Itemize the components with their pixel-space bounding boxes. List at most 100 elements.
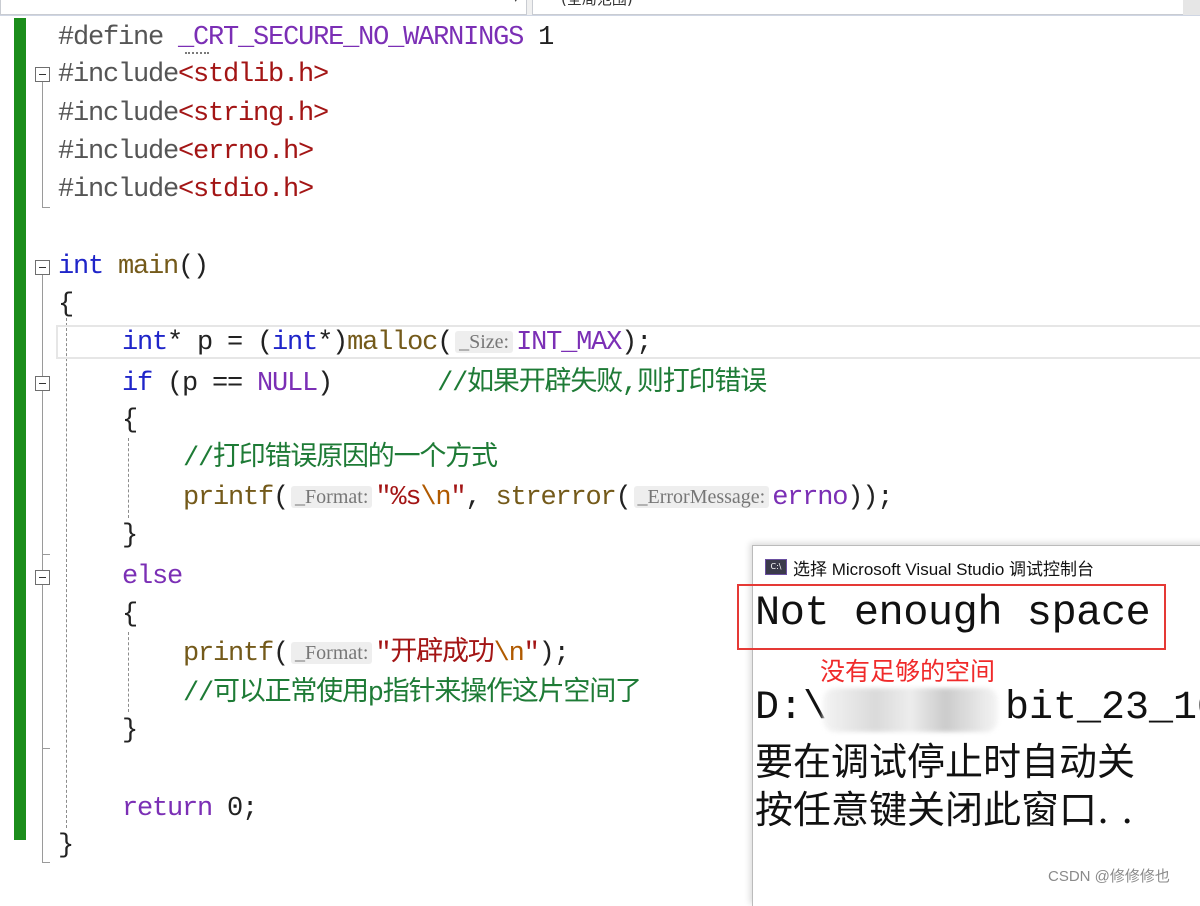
outline-guide: [42, 275, 43, 862]
function-name: malloc: [347, 328, 438, 358]
code-line-12[interactable]: //打印错误原因的一个方式: [183, 441, 498, 477]
collapse-main-icon[interactable]: [35, 260, 50, 275]
include-header: <errno.h>: [178, 137, 314, 167]
code-line-15[interactable]: else: [122, 559, 183, 595]
scope-dropdown[interactable]: (全局范围): [532, 0, 1184, 15]
brace: {: [122, 600, 138, 630]
outline-guide-end: [42, 207, 50, 208]
code-line-9[interactable]: int* p = (int*)malloc(_Size: INT_MAX);: [122, 325, 652, 361]
console-output-line-3: 要在调试停止时自动关: [755, 740, 1136, 784]
keyword: return: [122, 794, 213, 824]
code-text: );: [621, 328, 652, 358]
indent-guide: [128, 438, 129, 518]
parameter-hint: _Format:: [291, 642, 373, 664]
outline-guide-end: [42, 748, 50, 749]
scope-label: (全局范围): [561, 0, 633, 9]
code-text: (: [437, 328, 453, 358]
code-line-14[interactable]: }: [122, 518, 138, 554]
code-line-13[interactable]: printf(_Format: "%s\n", strerror(_ErrorMe…: [183, 480, 893, 516]
code-line-1[interactable]: #define _CRT_SECURE_NO_WARNINGS 1: [58, 20, 554, 56]
brace: }: [122, 521, 138, 551]
code-text: );: [538, 639, 570, 669]
brace: }: [122, 716, 138, 746]
string-literal: "%s: [375, 483, 421, 513]
function-name: printf: [183, 639, 274, 669]
code-line-22[interactable]: }: [58, 828, 74, 864]
brace: {: [122, 406, 138, 436]
collapse-includes-icon[interactable]: [35, 67, 50, 82]
code-text: (p ==: [152, 369, 258, 399]
include-header: <string.h>: [178, 99, 329, 129]
code-text: 0;: [212, 794, 258, 824]
code-text: (): [178, 252, 209, 282]
preprocessor-directive: #include: [58, 60, 179, 90]
code-comment: //如果开辟失败,则打印错误: [437, 369, 767, 399]
code-line-17[interactable]: printf(_Format: "开辟成功\n");: [183, 636, 570, 672]
console-output-line-4: 按任意键关闭此窗口. .: [755, 788, 1134, 832]
chevron-down-icon[interactable]: ▾: [513, 0, 519, 5]
code-text: (: [273, 639, 289, 669]
include-header: <stdlib.h>: [178, 60, 329, 90]
macro-value: 1: [538, 23, 554, 53]
preprocessor-directive: #define: [58, 23, 164, 53]
console-titlebar[interactable]: C:\ 选择 Microsoft Visual Studio 调试控制台: [753, 546, 1200, 584]
function-name: printf: [183, 483, 274, 513]
brace: }: [58, 831, 74, 861]
collapse-if-icon[interactable]: [35, 376, 50, 391]
macro-name: INT_MAX: [516, 328, 622, 358]
code-text: (: [273, 483, 289, 513]
escape-sequence: \n: [493, 639, 525, 669]
code-line-8[interactable]: {: [58, 287, 74, 323]
macro-name: errno: [772, 483, 848, 513]
outline-guide-end: [42, 554, 50, 555]
string-literal: ": [450, 483, 466, 513]
code-line-11[interactable]: {: [122, 403, 138, 439]
code-line-5[interactable]: #include<stdio.h>: [58, 172, 314, 208]
code-comment: //打印错误原因的一个方式: [183, 444, 498, 474]
string-literal: ": [523, 639, 540, 669]
preprocessor-directive: #include: [58, 137, 179, 167]
code-line-2[interactable]: #include<stdlib.h>: [58, 57, 329, 93]
outline-guide: [42, 82, 43, 207]
outline-guide-end: [42, 862, 50, 863]
code-line-18[interactable]: //可以正常使用p指针来操作这片空间了: [183, 676, 642, 712]
console-path-suffix: bit_23_10: [1005, 686, 1200, 731]
console-app-icon: C:\: [765, 559, 787, 575]
collapse-else-icon[interactable]: [35, 570, 50, 585]
code-text: ): [317, 369, 333, 399]
code-text: (: [615, 483, 631, 513]
highlight-box: [737, 584, 1166, 650]
string-literal: "开辟成功: [375, 639, 494, 669]
scope-dropdown-button[interactable]: [1183, 0, 1200, 15]
redacted-path-blur: [823, 688, 998, 732]
escape-sequence: \n: [420, 483, 451, 513]
code-line-19[interactable]: }: [122, 713, 138, 749]
code-text: *): [317, 328, 348, 358]
function-name: main: [118, 252, 179, 282]
navigation-bar: ▾ (全局范围): [0, 0, 1200, 16]
indent-guide: [66, 318, 67, 828]
code-text: ,: [465, 483, 496, 513]
code-line-10[interactable]: if (p == NULL) //如果开辟失败,则打印错误: [122, 366, 767, 402]
code-line-16[interactable]: {: [122, 597, 138, 633]
code-line-7[interactable]: int main(): [58, 249, 209, 285]
keyword: int: [122, 328, 168, 358]
code-line-4[interactable]: #include<errno.h>: [58, 134, 314, 170]
code-line-21[interactable]: return 0;: [122, 791, 258, 827]
code-comment: //可以正常使用p指针来操作这片空间了: [183, 679, 642, 709]
parameter-hint: _ErrorMessage:: [633, 486, 770, 508]
macro-name: NULL: [257, 369, 318, 399]
parameter-hint: _Format:: [291, 486, 373, 508]
keyword: if: [122, 369, 153, 399]
file-scope-dropdown[interactable]: ▾: [0, 0, 527, 15]
code-text: ));: [847, 483, 893, 513]
watermark: CSDN @修修修也: [1048, 868, 1170, 885]
annotation-text: 没有足够的空间: [820, 657, 996, 686]
change-tracking-bar: [14, 18, 26, 840]
include-header: <stdio.h>: [178, 175, 314, 205]
console-path-prefix: D:\: [755, 686, 828, 731]
code-line-3[interactable]: #include<string.h>: [58, 96, 329, 132]
indent-guide: [128, 632, 129, 712]
brace: {: [58, 290, 74, 320]
preprocessor-directive: #include: [58, 99, 179, 129]
